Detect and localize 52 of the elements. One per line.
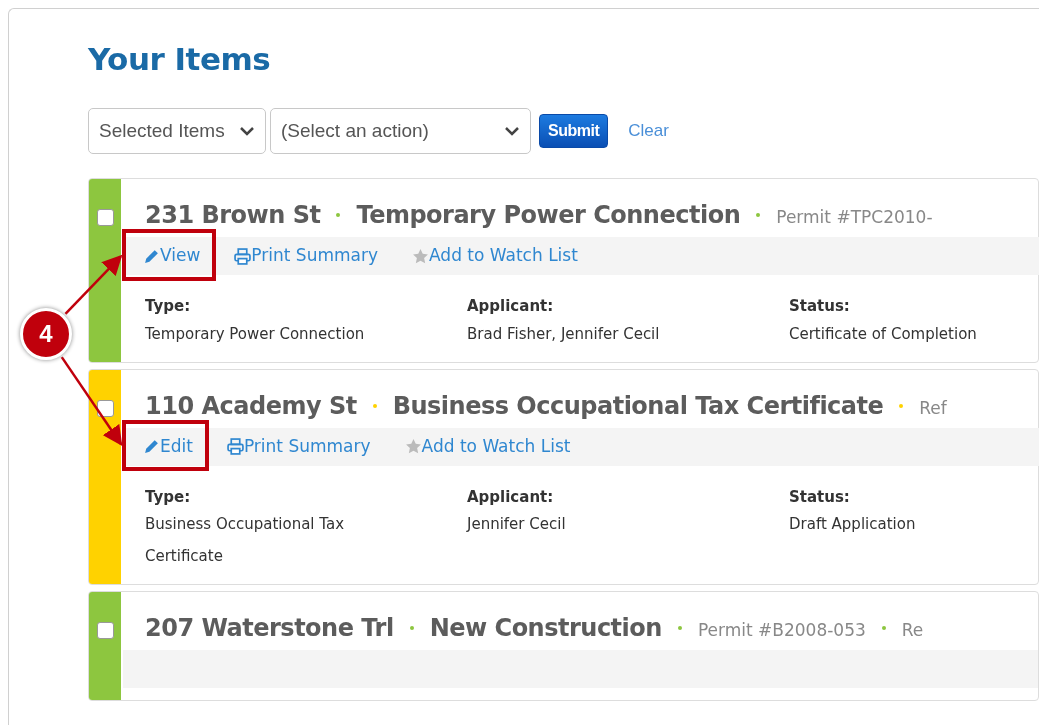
field-value: Draft Application [789, 514, 917, 536]
action-link[interactable]: Add to Watch List [404, 433, 571, 460]
action-select[interactable]: (Select an action) [270, 108, 531, 155]
reference-number: Permit #B2008-053 [697, 619, 866, 643]
reference-number: Permit #TPC2010- [776, 206, 933, 230]
chevron-icon [239, 126, 255, 137]
reference-number: Ref [919, 396, 947, 420]
field-value: Business Occupational Tax Certificate [145, 514, 346, 568]
field-value: Jennifer Cecil [467, 514, 567, 536]
separator-dot [409, 626, 414, 631]
action-link[interactable]: Print Summary [226, 433, 371, 460]
checkbox[interactable] [96, 622, 114, 640]
item-address: 231 Brown St [145, 200, 321, 232]
separator-dot [756, 213, 761, 218]
star-icon [404, 438, 422, 456]
item-address: 110 Academy St [145, 390, 357, 422]
checkbox[interactable] [96, 399, 114, 417]
item-title: Business Occupational Tax Certificate [392, 390, 884, 422]
item-address: 207 Waterstone Trl [145, 613, 394, 645]
pencil-icon [143, 247, 160, 265]
item-title: Temporary Power Connection [356, 200, 741, 232]
separator-dot [372, 403, 377, 408]
action-link[interactable]: View [143, 243, 201, 269]
field-value: Certificate of Completion [789, 323, 978, 345]
field-label: Applicant: [467, 296, 555, 318]
action-link[interactable]: Edit [143, 433, 193, 460]
page-title: Your Items [88, 41, 272, 79]
item-title: New Construction [429, 613, 662, 645]
field-label: Status: [789, 486, 851, 508]
separator-dot [899, 403, 904, 408]
field-label: Status: [789, 296, 851, 318]
field-value: Temporary Power Connection [145, 323, 366, 345]
action-link[interactable]: Print Summary [234, 243, 378, 269]
separator-dot [336, 213, 341, 218]
field-value: Brad Fisher, Jennifer Cecil [467, 323, 661, 345]
reference-number: Re [901, 619, 924, 643]
clear-link[interactable]: Clear [628, 118, 669, 144]
callout-badge: 4 [20, 308, 72, 360]
pencil-icon [143, 438, 160, 456]
chevron-icon [504, 126, 520, 137]
separator-dot [677, 626, 682, 631]
scope-select[interactable]: Selected Items [88, 108, 266, 155]
printer-icon [234, 247, 252, 265]
star-icon [412, 247, 429, 265]
action-link[interactable]: Add to Watch List [412, 243, 578, 269]
checkbox[interactable] [96, 209, 114, 227]
field-label: Applicant: [467, 486, 555, 508]
separator-dot [881, 626, 886, 631]
submit-button[interactable]: Submit [539, 114, 609, 149]
field-label: Type: [145, 296, 192, 318]
field-label: Type: [145, 486, 192, 508]
printer-icon [226, 438, 244, 456]
